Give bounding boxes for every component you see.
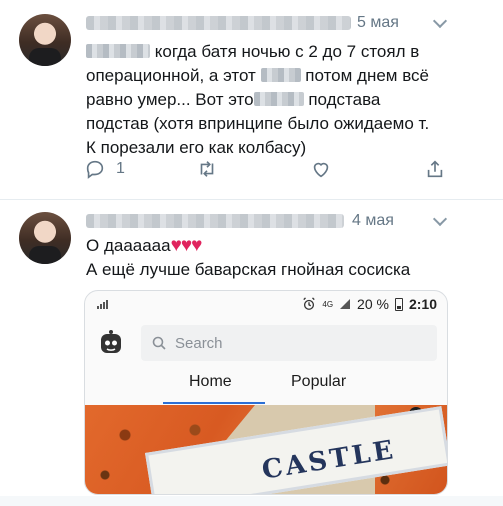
battery-percent: 20 % (357, 296, 389, 312)
tweet-text: О даааааа♥♥♥ А ещё лучше баварская гнойн… (86, 234, 410, 282)
app-logo-icon[interactable] (99, 329, 123, 355)
bottom-edge (0, 496, 503, 506)
reply-count: 1 (116, 160, 125, 177)
share-icon (427, 160, 443, 178)
reply-button[interactable]: 1 (84, 154, 125, 184)
reply-icon (86, 160, 104, 179)
active-tab-indicator (163, 402, 265, 404)
tweet-date[interactable]: 4 мая (352, 212, 394, 230)
alarm-icon (303, 297, 316, 310)
share-button[interactable] (424, 154, 446, 184)
username-blurred[interactable] (86, 16, 351, 30)
tweet-line: равно умер... Вот это (86, 90, 254, 109)
tweet-line: А ещё лучше баварская гнойная сосиска (86, 260, 411, 279)
clock: 2:10 (408, 296, 437, 312)
tweet-text: когда батя ночью с 2 до 7 стоял в операц… (86, 40, 429, 160)
retweet-button[interactable] (196, 154, 218, 184)
tweet-line: подстава (308, 90, 381, 109)
retweet-icon (200, 161, 214, 177)
attached-image[interactable]: 4G 20 % 2:10 Search Home Popular CASTLE (84, 290, 448, 495)
cell-signal-icon (340, 299, 351, 309)
chevron-down-icon[interactable] (432, 211, 448, 227)
redacted-text (260, 68, 301, 82)
tweet-date[interactable]: 5 мая (357, 14, 399, 32)
chevron-down-icon[interactable] (432, 13, 448, 29)
tweet-line: подстав (хотя впринципе было ожидаемо т. (86, 114, 430, 133)
red-heart-emoji: ♥♥♥ (170, 235, 203, 256)
avatar[interactable] (19, 14, 71, 66)
tweet-actions: 1 (0, 154, 503, 184)
battery-icon (394, 297, 403, 311)
tab-popular[interactable]: Popular (291, 373, 346, 391)
search-bar[interactable]: Search (141, 325, 437, 361)
like-button[interactable] (310, 154, 332, 184)
avatar[interactable] (19, 212, 71, 264)
post-photo[interactable]: CASTLE (85, 405, 447, 494)
tab-home[interactable]: Home (189, 373, 232, 391)
card-text: CASTLE (259, 434, 399, 486)
app-header: Search (85, 317, 447, 373)
redacted-text (86, 44, 150, 58)
phone-status-bar: 4G 20 % 2:10 (85, 291, 447, 317)
network-label: 4G (322, 299, 334, 309)
search-icon (152, 336, 166, 350)
username-blurred[interactable] (86, 214, 344, 228)
heart-icon (313, 162, 329, 178)
tweet-line: потом днем всё (305, 66, 430, 85)
feed-tabs: Home Popular (85, 369, 447, 403)
tweet-line: операционной, а этот (86, 66, 256, 85)
signal-icon (97, 300, 108, 309)
tweet-line: когда батя ночью с 2 до 7 стоял в (154, 42, 420, 61)
search-placeholder: Search (175, 334, 223, 352)
tweet-line: О даааааа (86, 236, 171, 255)
redacted-text (253, 92, 304, 106)
tweet-1: 5 мая когда батя ночью с 2 до 7 стоял в … (0, 0, 503, 200)
